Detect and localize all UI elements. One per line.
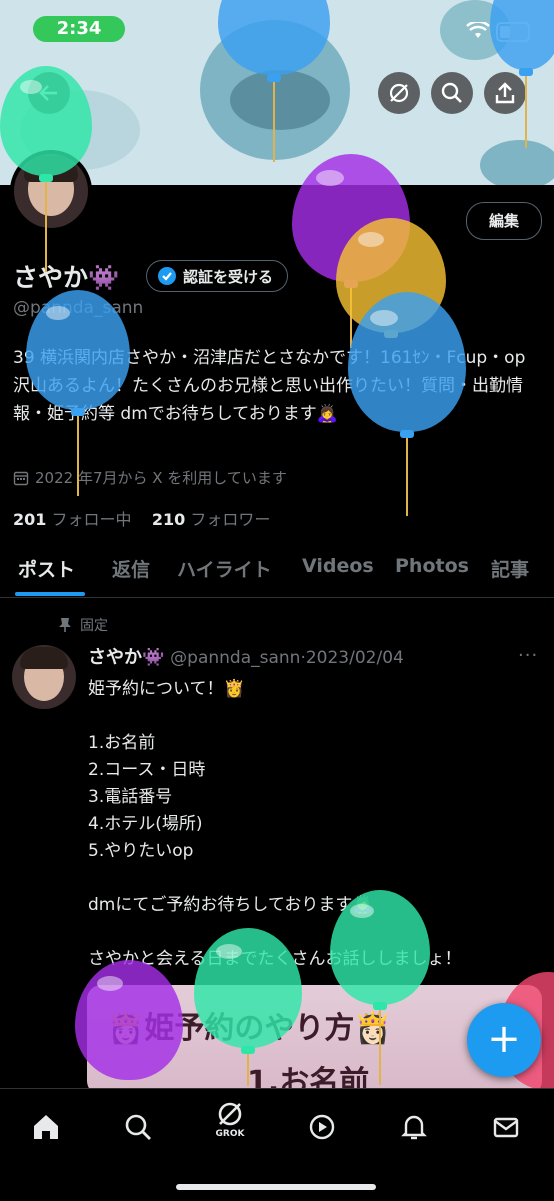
nav-home[interactable]: [26, 1107, 66, 1147]
search-icon: [125, 1114, 151, 1140]
share-button[interactable]: [484, 72, 526, 114]
post-author-name[interactable]: さやか👾: [88, 647, 164, 668]
tab-articles[interactable]: 記事: [491, 555, 529, 582]
pin-icon: [59, 618, 71, 632]
wifi-icon: [466, 20, 490, 44]
profile-tabs: ポスト 返信 ハイライト Videos Photos 記事: [0, 547, 554, 598]
profile-bio: 39 横浜関内店さやか・沼津店だとさなかです！161ｾﾝ・Fcup・op沢山ある…: [13, 348, 526, 424]
post-author-handle[interactable]: @pannda_sann: [170, 648, 300, 668]
tab-replies[interactable]: 返信: [112, 555, 150, 582]
verified-badge-icon: [158, 267, 176, 285]
search-icon: [441, 82, 462, 103]
followers-link[interactable]: 210 フォロワー: [152, 510, 271, 529]
grok-icon: [218, 1102, 242, 1126]
nav-grok[interactable]: GROK: [210, 1099, 250, 1139]
share-icon: [495, 82, 515, 104]
more-options-icon[interactable]: ···: [518, 645, 538, 666]
nav-search[interactable]: [118, 1107, 158, 1147]
post-image-title: 👸🏻姫予約のやり方👸🏻: [107, 1011, 392, 1046]
grok-icon: [389, 83, 409, 103]
tab-videos[interactable]: Videos: [302, 555, 374, 577]
tab-highlights[interactable]: ハイライト: [177, 555, 272, 582]
bell-icon: [401, 1115, 427, 1140]
follow-stats: 201 フォロー中 210 フォロワー: [13, 506, 270, 530]
profile-handle: @pannda_sann: [13, 298, 144, 318]
search-button[interactable]: [431, 72, 473, 114]
home-indicator: [176, 1184, 376, 1190]
nav-messages[interactable]: [486, 1107, 526, 1147]
play-icon: [309, 1114, 335, 1140]
get-verified-button[interactable]: 認証を受ける: [146, 260, 289, 292]
back-button[interactable]: [28, 72, 70, 114]
post-header: さやか👾 @pannda_sann·2023/02/04: [88, 647, 404, 668]
tab-photos[interactable]: Photos: [395, 555, 469, 577]
grok-button[interactable]: [378, 72, 420, 114]
edit-profile-button[interactable]: 編集: [466, 202, 542, 240]
calendar-icon: [13, 471, 29, 485]
post-text: 姫予約について！👸 1.お名前 2.コース・日時 3.電話番号 4.ホテル(場所…: [88, 679, 462, 969]
mail-icon: [493, 1117, 519, 1138]
status-time: 2:34: [33, 16, 125, 42]
back-arrow-icon: [39, 85, 57, 101]
active-tab-indicator: [15, 592, 85, 596]
battery-icon: [496, 22, 530, 42]
nav-notifications[interactable]: [394, 1107, 434, 1147]
profile-avatar[interactable]: [10, 150, 92, 232]
post-date[interactable]: 2023/02/04: [306, 648, 404, 668]
get-verified-label: 認証を受ける: [183, 267, 274, 286]
tab-posts[interactable]: ポスト: [18, 555, 75, 582]
joined-date: 2022 年7月から X を利用しています: [13, 467, 287, 488]
display-name: さやか👾: [13, 263, 120, 292]
nav-videos[interactable]: [302, 1107, 342, 1147]
post-author-avatar[interactable]: [12, 645, 76, 709]
home-icon: [34, 1115, 58, 1139]
pinned-indicator: 固定: [58, 615, 108, 635]
compose-post-button[interactable]: +: [467, 1003, 541, 1077]
following-link[interactable]: 201 フォロー中: [13, 510, 132, 529]
